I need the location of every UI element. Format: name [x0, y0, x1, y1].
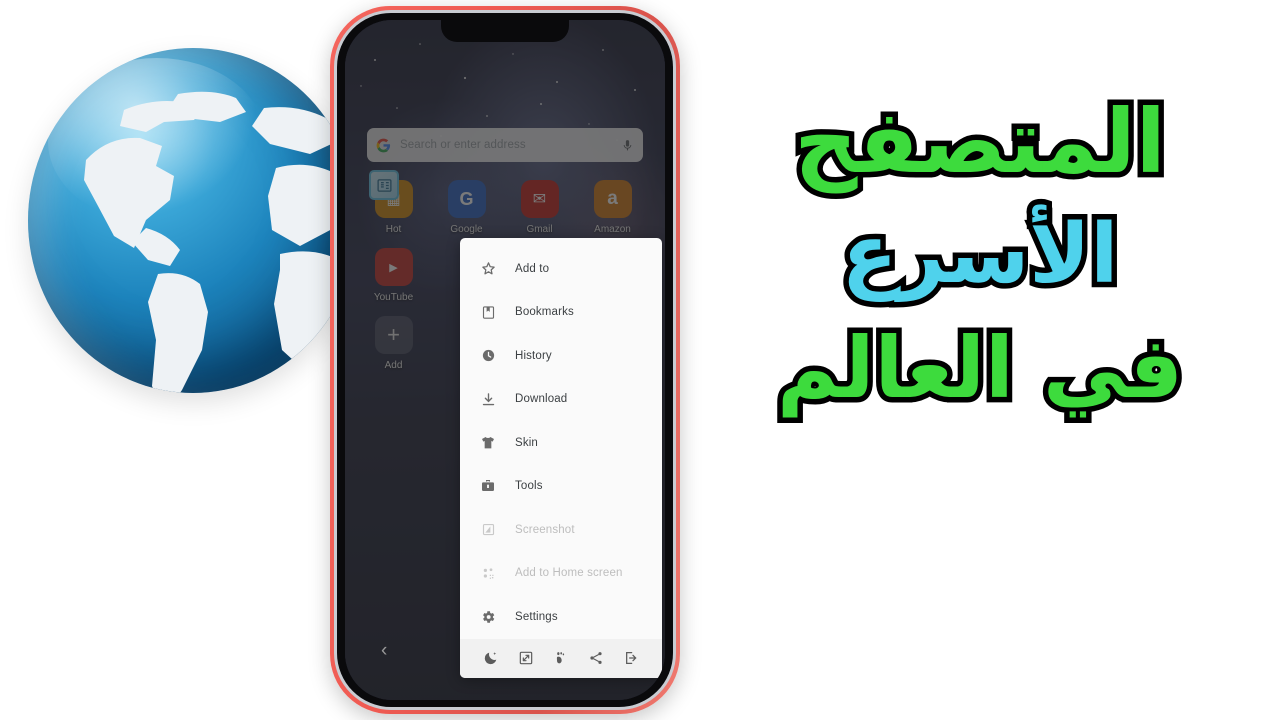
- clock-icon: [480, 348, 496, 364]
- exit-icon[interactable]: [622, 650, 639, 667]
- menu-item-add-to[interactable]: Add to: [460, 247, 662, 291]
- menu-item-label: Screenshot: [515, 523, 575, 536]
- menu-item-label: Add to Home screen: [515, 567, 623, 580]
- star-icon: [480, 261, 496, 277]
- toolbox-icon: [480, 478, 496, 494]
- menu-item-download[interactable]: Download: [460, 378, 662, 422]
- menu-item-settings[interactable]: Settings: [460, 595, 662, 639]
- menu-item-label: Add to: [515, 262, 550, 275]
- headline-block: المتصفح الأسرع في العالم: [720, 90, 1240, 418]
- download-icon: [480, 391, 496, 407]
- bookmark-icon: [480, 304, 496, 320]
- menu-item-label: Skin: [515, 436, 538, 449]
- menu-item-label: History: [515, 349, 552, 362]
- poster-canvas: Search or enter address ▦ Hot: [0, 0, 1280, 720]
- menu-item-list: Add to Bookmarks History Download Skin T…: [460, 238, 662, 639]
- gear-icon: [480, 609, 496, 625]
- browser-menu-panel: Add to Bookmarks History Download Skin T…: [460, 238, 662, 678]
- phone-screen: Search or enter address ▦ Hot: [345, 20, 665, 700]
- phone-mockup: Search or enter address ▦ Hot: [330, 6, 680, 714]
- menu-bottom-toolbar: [460, 638, 662, 678]
- menu-item-add-to-home-screen: Add to Home screen: [460, 552, 662, 596]
- screenshot-icon: [480, 522, 496, 538]
- menu-item-skin[interactable]: Skin: [460, 421, 662, 465]
- menu-item-label: Download: [515, 393, 568, 406]
- back-button[interactable]: ‹: [381, 640, 387, 662]
- menu-item-label: Bookmarks: [515, 306, 574, 319]
- fullscreen-icon[interactable]: [518, 650, 535, 667]
- headline-line-2: الأسرع: [836, 206, 1124, 303]
- menu-item-bookmarks[interactable]: Bookmarks: [460, 291, 662, 335]
- night-mode-icon[interactable]: [483, 650, 500, 667]
- menu-item-screenshot: Screenshot: [460, 508, 662, 552]
- headline-line-3: في العالم: [772, 318, 1189, 417]
- globe-sphere: [28, 48, 358, 393]
- incognito-footprint-icon[interactable]: [552, 650, 569, 667]
- menu-item-label: Tools: [515, 480, 543, 493]
- menu-item-label: Settings: [515, 610, 558, 623]
- menu-item-tools[interactable]: Tools: [460, 465, 662, 509]
- share-icon[interactable]: [587, 650, 604, 667]
- home-screen-icon: [480, 565, 496, 581]
- globe-continents-icon: [84, 91, 352, 393]
- tshirt-icon: [480, 435, 496, 451]
- headline-line-1: المتصفح: [789, 90, 1172, 193]
- phone-notch: [441, 20, 569, 42]
- globe-illustration: [28, 48, 358, 393]
- menu-item-history[interactable]: History: [460, 334, 662, 378]
